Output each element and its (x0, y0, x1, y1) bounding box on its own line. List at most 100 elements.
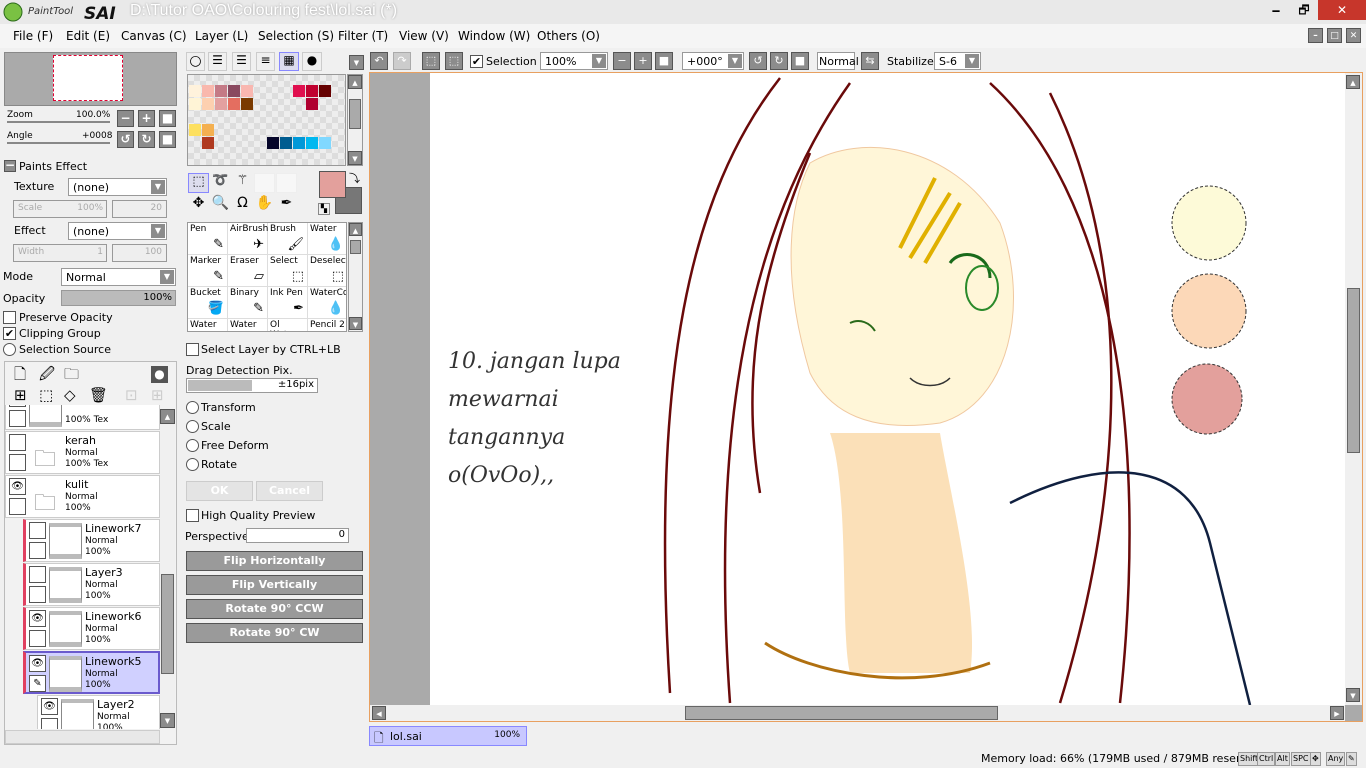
layer-item[interactable]: 👁 🗀 kulit Normal 100% (5, 475, 160, 518)
eyedropper-icon[interactable]: ✒ (276, 195, 297, 215)
rotate-icon[interactable]: Ω (232, 195, 253, 215)
canvas-hscroll-thumb[interactable] (685, 706, 998, 720)
doc-minimize-button[interactable]: – (1308, 28, 1323, 43)
tool-ink-pen[interactable]: Ink Pen ✒ (268, 287, 308, 319)
color-swatch[interactable] (228, 85, 240, 97)
canvas-zoom-in-icon[interactable]: + (634, 52, 652, 70)
layer-item[interactable]: 🗀 kerah Normal 100% Tex (5, 431, 160, 474)
lasso-icon[interactable]: ➰ (210, 173, 231, 193)
tool-deselect[interactable]: Deselect ⬚ (308, 255, 346, 287)
layer-item[interactable]: 👁 ✎ Linework5 Normal 100% (23, 651, 160, 694)
swap-colors-icon[interactable]: ⤵ (349, 170, 360, 186)
layer-item[interactable]: 👁 Layer2 Normal 100% (37, 695, 160, 729)
rect-select-icon[interactable]: ⬚ (188, 173, 209, 193)
zoom-icon[interactable]: 🔍 (210, 195, 231, 215)
canvas-angle-select[interactable]: +000° ▼ (682, 52, 744, 70)
zoom-slider[interactable] (7, 121, 110, 123)
layer-item[interactable]: 100% Tex (5, 405, 160, 430)
menu-window[interactable]: Window (W) (458, 29, 530, 43)
color-swatch[interactable] (215, 98, 227, 110)
canvas-zoom-select[interactable]: 100% ▼ (540, 52, 608, 70)
zoom-out-icon[interactable]: − (117, 110, 134, 127)
color-swatch[interactable] (202, 124, 214, 136)
transfer-down-icon[interactable]: ⬚ (39, 386, 53, 404)
visibility-toggle[interactable] (29, 566, 46, 583)
tool-water[interactable]: Water (188, 319, 228, 331)
selection-checkbox[interactable]: ✔ (470, 55, 483, 68)
color-swatch[interactable] (319, 137, 331, 149)
deselect-icon[interactable]: ⬚ (422, 52, 440, 70)
color-swatch[interactable] (319, 85, 331, 97)
lock-toggle[interactable] (9, 454, 26, 471)
color-swatch[interactable] (306, 98, 318, 110)
navigator-viewport[interactable] (53, 55, 123, 101)
scale-field[interactable]: Scale 100% (13, 200, 107, 218)
view-mode-button[interactable]: Normal (817, 52, 859, 70)
canvas-zoom-out-icon[interactable]: − (613, 52, 631, 70)
color-swatch[interactable] (202, 98, 214, 110)
color-swatch[interactable] (293, 137, 305, 149)
zoom-in-icon[interactable]: + (138, 110, 155, 127)
document-tab[interactable]: 🗋 lol.sai 100% (369, 726, 527, 746)
visibility-toggle[interactable]: 👁 (29, 655, 46, 672)
layer-item[interactable]: 👁 Linework6 Normal 100% (23, 607, 160, 650)
primary-color[interactable] (319, 171, 346, 198)
scroll-right-icon[interactable]: ▶ (1330, 706, 1344, 720)
redo-icon[interactable]: ↷ (393, 52, 411, 70)
color-swatch[interactable] (215, 85, 227, 97)
tool-pen[interactable]: Pen ✎ (188, 223, 228, 255)
canvas-vscrollbar[interactable]: ▲ ▼ (1345, 73, 1362, 705)
magic-wand-icon[interactable]: ⚚ (232, 173, 253, 193)
scroll-up-icon[interactable]: ▲ (160, 409, 175, 424)
swatch-scroll-thumb[interactable] (349, 99, 361, 129)
layer-item[interactable]: Layer3 Normal 100% (23, 563, 160, 606)
transparent-color-icon[interactable]: ▚ (318, 203, 330, 215)
doc-restore-button[interactable]: □ (1327, 28, 1342, 43)
color-swatch[interactable] (189, 85, 201, 97)
flip-horizontally-button[interactable]: Flip Horizontally (186, 551, 363, 571)
rotate-cw-button[interactable]: Rotate 90° CW (186, 623, 363, 643)
color-mixer-tab[interactable]: ≡ (256, 52, 275, 71)
scroll-down-icon[interactable]: ▼ (348, 151, 362, 165)
lock-toggle[interactable]: ✎ (29, 675, 46, 692)
free-deform-radio[interactable] (186, 439, 199, 452)
lock-toggle[interactable] (29, 586, 46, 603)
tool-water[interactable]: Water (228, 319, 268, 331)
tool-bucket[interactable]: Bucket 🪣 (188, 287, 228, 319)
doc-close-button[interactable]: ✕ (1346, 28, 1361, 43)
cancel-button[interactable]: Cancel (256, 481, 323, 501)
menu-filter[interactable]: Filter (T) (338, 29, 388, 43)
tool-ol-water[interactable]: Ol Water (268, 319, 308, 331)
effect-select[interactable]: (none) ▼ (68, 222, 167, 240)
delete-layer-icon[interactable]: 🗑 (89, 386, 108, 404)
color-swatch[interactable] (241, 85, 253, 97)
visibility-toggle[interactable] (9, 434, 26, 451)
visibility-toggle[interactable] (29, 522, 46, 539)
tool-scrollbar[interactable]: ▲ ▼ (348, 222, 363, 332)
color-swatch[interactable] (189, 124, 201, 136)
width-strength-field[interactable]: 100 (112, 244, 167, 262)
color-swatch[interactable] (202, 137, 214, 149)
swatches-tab[interactable]: ▦ (279, 52, 299, 71)
tool-pencil-2[interactable]: Pencil 2 (308, 319, 346, 331)
tool-water[interactable]: Water 💧 (308, 223, 346, 255)
color-swatch[interactable] (228, 98, 240, 110)
stabilizer-select[interactable]: S-6 ▼ (934, 52, 981, 70)
visibility-toggle[interactable]: 👁 (29, 610, 46, 627)
color-swatch[interactable] (306, 137, 318, 149)
texture-select[interactable]: (none) ▼ (68, 178, 167, 196)
scroll-down-icon[interactable]: ▼ (160, 713, 175, 728)
scroll-up-icon[interactable]: ▲ (1346, 75, 1360, 89)
flip-vertically-button[interactable]: Flip Vertically (186, 575, 363, 595)
panel-menu-icon[interactable]: ▼ (349, 55, 364, 70)
swatch-scrollbar[interactable]: ▲ ▼ (347, 74, 363, 166)
menu-selection[interactable]: Selection (S) (258, 29, 334, 43)
menu-others[interactable]: Others (O) (537, 29, 600, 43)
lock-toggle[interactable] (9, 410, 26, 427)
tool-marker[interactable]: Marker ✎ (188, 255, 228, 287)
hq-preview-checkbox[interactable] (186, 509, 199, 522)
clear-layer-icon[interactable]: ◇ (64, 386, 76, 404)
scale-radio[interactable] (186, 420, 199, 433)
layer-item[interactable]: Linework7 Normal 100% (23, 519, 160, 562)
scroll-up-icon[interactable]: ▲ (349, 223, 362, 236)
